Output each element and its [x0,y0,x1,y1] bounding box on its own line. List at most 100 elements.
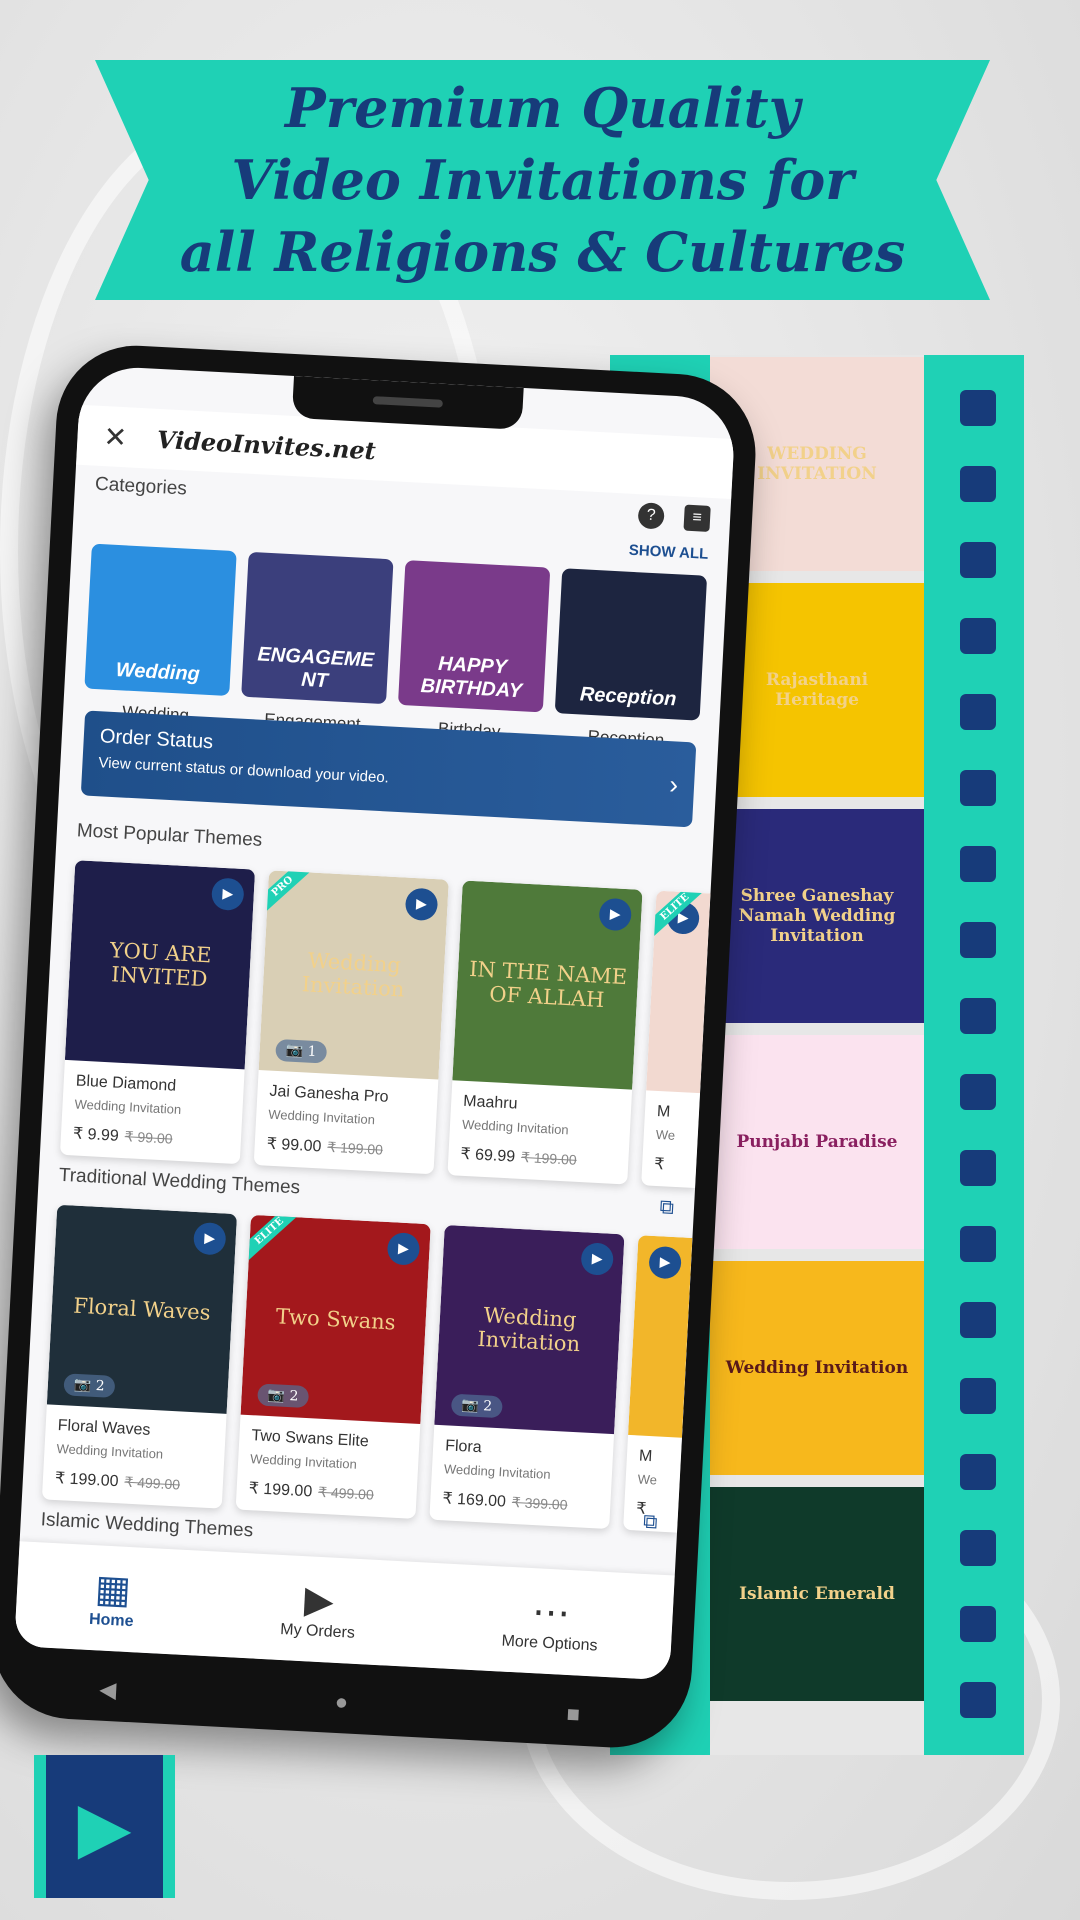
theme-thumbnail: IN THE NAME OF ALLAH ▶ [452,880,643,1090]
theme-info: M We ₹ [641,1090,700,1188]
category-birthday[interactable]: HAPPY BIRTHDAYBirthday [396,560,551,744]
sprocket-hole [960,694,996,730]
old-price [670,1157,671,1173]
theme-card[interactable]: ▶ ELITE M We ₹ [641,890,711,1189]
section-title: Traditional Wedding Themes [58,1164,301,1199]
phone-mockup: ✕ VideoInvites.net Categories ? ≡ SHOW AL… [0,341,760,1752]
system-nav-bar: ◀ ● ■ [0,1671,690,1734]
play-icon[interactable]: ▶ [210,877,245,912]
theme-info: Two Swans Elite Wedding Invitation ₹ 199.0… [236,1415,421,1519]
sprocket-hole [960,1226,996,1262]
chevron-right-icon: › [668,769,679,800]
nav-label: Home [88,1610,134,1630]
category-engagement[interactable]: ENGAGEMENTEngagement [239,551,394,736]
play-icon[interactable]: ▶ [386,1232,421,1266]
section-title: Most Popular Themes [76,820,263,851]
theme-thumbnail: ▶ [628,1235,693,1438]
popular-themes-row: YOU ARE INVITED ▶ Blue Diamond Wedding Invi… [59,860,711,1189]
thumbnail-art-text: Wedding Invitation [476,1303,581,1357]
theme-name: Floral Waves [57,1417,151,1439]
help-chat-icon[interactable]: ? [637,502,665,530]
headline-line: Premium Quality [285,76,800,140]
play-icon[interactable]: ▶ [648,1245,682,1280]
old-price: ₹ 499.00 [317,1483,375,1503]
theme-card[interactable]: Floral Waves ▶ 📷 2 Floral Waves Wedding Invi… [41,1204,238,1509]
section-title: Categories [94,473,188,500]
theme-card[interactable]: ▶ M We ₹ [623,1235,693,1533]
photo-count-badge: 📷 2 [257,1383,309,1409]
play-icon[interactable]: ▶ [404,887,439,922]
theme-type: Wedding Invitation [267,1106,376,1128]
tier-badge: PRO [253,870,315,917]
nav-my-orders[interactable]: ▶ My Orders [280,1577,358,1643]
video-icon: ▶ [303,1578,335,1623]
category-wedding[interactable]: WeddingWedding [83,543,237,728]
theme-thumbnail: Wedding Invitation ▶ 📷 2 [434,1225,625,1435]
app-icon-logo: ▶ [34,1755,175,1898]
theme-card[interactable]: Two Swans ▶ ELITE 📷 2 Two Swans Elite Wedding… [235,1214,431,1519]
open-external-icon[interactable]: ⧉ [643,1511,658,1535]
category-thumbnail: HAPPY BIRTHDAY [397,560,551,713]
theme-card[interactable]: Wedding Invitation ▶ 📷 2 Flora Wedding Invit… [429,1225,625,1530]
open-external-icon[interactable]: ⧉ [659,1196,674,1220]
theme-thumbnail: Two Swans ▶ ELITE 📷 2 [235,1214,431,1424]
show-all-link[interactable]: SHOW ALL [628,542,708,563]
list-icon[interactable]: ≡ [683,504,711,532]
theme-card[interactable]: Wedding Invitation ▶ PRO 📷 1 Jai Ganesha Pro… [253,870,449,1175]
theme-thumbnail: Wedding Invitation ▶ PRO 📷 1 [253,870,449,1080]
back-icon[interactable]: ◀ [99,1677,117,1704]
recents-icon[interactable]: ■ [566,1701,581,1728]
theme-name: Blue Diamond [75,1072,177,1095]
old-price: ₹ 499.00 [124,1473,181,1493]
category-reception[interactable]: ReceptionReception [553,568,708,752]
headline-line: Video Invitations for [231,148,854,212]
thumbnail-art-text: Wedding Invitation [301,948,406,1002]
theme-type: Wedding Invitation [74,1096,182,1118]
film-frame: Punjabi Paradise [710,1035,924,1249]
theme-price: ₹ 199.00 ₹ 499.00 [248,1478,405,1506]
photo-count: 1 [307,1043,317,1061]
sprocket-hole [960,1074,996,1110]
theme-info: Flora Wedding Invitation ₹ 169.00 ₹ 399.00 [429,1425,614,1529]
close-icon[interactable]: ✕ [103,420,128,454]
sprocket-hole [960,1378,996,1414]
photo-count-badge: 📷 1 [275,1038,328,1064]
sprocket-hole [960,1530,996,1566]
theme-thumbnail: ▶ ELITE [641,890,711,1094]
sprocket-hole [960,1150,996,1186]
theme-type: Wedding Invitation [56,1441,164,1462]
theme-type: Wedding Invitation [461,1116,570,1138]
theme-info: Floral Waves Wedding Invitation ₹ 199.00 ₹ … [42,1404,227,1508]
sprocket-hole [960,770,996,806]
play-icon[interactable]: ▶ [598,897,633,932]
theme-type: Wedding Invitation [249,1451,358,1472]
play-icon: ▶ [77,1787,132,1866]
category-thumbnail: Reception [554,568,708,721]
section-title: Islamic Wedding Themes [40,1509,254,1542]
theme-card[interactable]: IN THE NAME OF ALLAH ▶ Maahru Wedding Invit… [447,880,643,1185]
app-screen: ✕ VideoInvites.net Categories ? ≡ SHOW AL… [14,364,737,1681]
theme-info: Jai Ganesha Pro Wedding Invitation ₹ 99.00… [254,1070,439,1174]
old-price: ₹ 399.00 [511,1493,568,1513]
traditional-themes-row: Floral Waves ▶ 📷 2 Floral Waves Wedding Invi… [41,1204,693,1533]
photo-count-badge: 📷 2 [450,1393,503,1419]
category-thumbnail: Wedding [84,543,237,696]
play-icon[interactable]: ▶ [580,1242,615,1276]
headline-banner: Premium Quality Video Invitations for al… [95,60,990,300]
theme-name: M [656,1102,671,1121]
order-status-subtitle: View current status or download your vid… [98,754,390,787]
price: ₹ 99.00 [266,1135,322,1156]
nav-more-options[interactable]: ⋯ More Options [501,1588,600,1655]
nav-home[interactable]: ▦ Home [89,1567,137,1631]
play-icon[interactable]: ▶ [192,1221,227,1256]
camera-icon: 📷 [73,1376,97,1394]
old-price: ₹ 199.00 [520,1148,578,1168]
order-status-title: Order Status [99,725,214,754]
price: ₹ [653,1155,665,1174]
theme-type: We [655,1126,676,1143]
price: ₹ 169.00 [442,1490,507,1511]
theme-card[interactable]: YOU ARE INVITED ▶ Blue Diamond Wedding Invi… [59,860,256,1165]
home-circle-icon[interactable]: ● [334,1689,349,1716]
theme-price: ₹ 9.99 ₹ 99.00 [73,1123,230,1151]
photo-count: 2 [482,1398,493,1415]
